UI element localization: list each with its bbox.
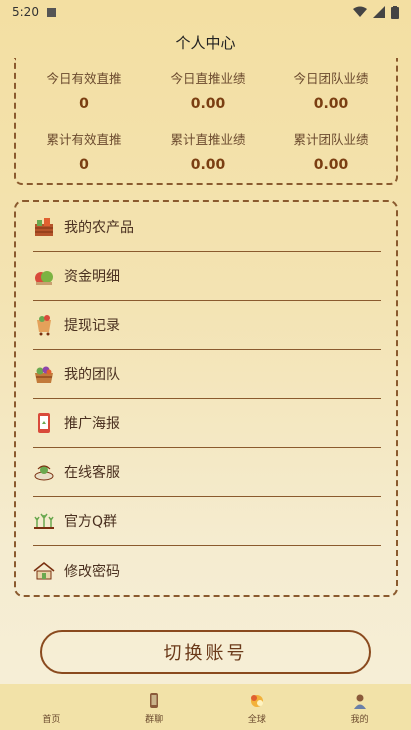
menu-item-change-password[interactable]: 修改密码 <box>33 546 381 595</box>
menu-item-label: 修改密码 <box>64 563 120 580</box>
stat-today-direct-performance: 今日直推业绩 0.00 <box>146 68 270 112</box>
qq-group-icon <box>33 510 55 532</box>
team-icon <box>33 363 55 385</box>
stat-value: 0.00 <box>190 157 226 173</box>
menu-card: 我的农产品 资金明细 提现记录 我的团队 推广海报 在线客服 官方Q群 修改密码 <box>14 200 398 597</box>
switch-account-button[interactable]: 切换账号 <box>40 630 371 674</box>
menu-item-fund-details[interactable]: 资金明细 <box>33 252 381 301</box>
stat-value: 0 <box>79 157 89 173</box>
global-icon <box>250 695 263 707</box>
tab-label: 全球 <box>247 715 266 725</box>
tab-label: 我的 <box>350 715 369 725</box>
menu-item-official-q-group[interactable]: 官方Q群 <box>33 497 381 546</box>
tab-profile[interactable]: 我的 <box>308 684 411 730</box>
stat-total-direct-referrals: 累计有效直推 0 <box>22 129 146 173</box>
tab-global[interactable]: 全球 <box>206 684 309 730</box>
stat-value: 0.00 <box>313 96 349 112</box>
battery-icon <box>391 5 399 19</box>
bottom-tab-bar: 首页 群聊 全球 我的 <box>0 684 411 730</box>
stats-card: 今日有效直推 0 今日直推业绩 0.00 今日团队业绩 0.00 累计有效直推 … <box>14 58 398 185</box>
farm-produce-icon <box>33 216 55 238</box>
stat-today-team-performance: 今日团队业绩 0.00 <box>269 68 393 112</box>
tab-label: 群聊 <box>145 715 164 725</box>
stat-today-direct-referrals: 今日有效直推 0 <box>22 68 146 112</box>
funds-icon <box>33 265 55 287</box>
menu-item-online-support[interactable]: 在线客服 <box>33 448 381 497</box>
stat-label: 今日有效直推 <box>46 71 122 86</box>
profile-icon <box>353 694 366 709</box>
notification-icon <box>46 7 56 17</box>
password-icon <box>33 560 55 582</box>
status-icons <box>353 5 399 19</box>
stat-total-team-performance: 累计团队业绩 0.00 <box>269 129 393 173</box>
tab-home[interactable]: 首页 <box>0 684 103 730</box>
poster-icon <box>33 412 55 434</box>
menu-item-label: 推广海报 <box>64 416 120 432</box>
stat-label: 累计直推业绩 <box>170 132 246 147</box>
menu-item-label: 我的团队 <box>64 367 120 383</box>
status-time: 5:20 <box>12 5 39 19</box>
customer-service-icon <box>33 461 55 483</box>
menu-item-promo-poster[interactable]: 推广海报 <box>33 399 381 448</box>
tab-label: 首页 <box>42 715 61 725</box>
tab-chat[interactable]: 群聊 <box>103 684 206 730</box>
menu-item-withdraw-records[interactable]: 提现记录 <box>33 301 381 350</box>
wifi-icon <box>353 6 367 17</box>
stat-label: 今日直推业绩 <box>170 71 246 86</box>
stat-value: 0 <box>79 96 89 112</box>
menu-item-label: 资金明细 <box>64 269 120 285</box>
stat-total-direct-performance: 累计直推业绩 0.00 <box>146 129 270 173</box>
stat-label: 今日团队业绩 <box>293 71 369 86</box>
menu-item-my-produce[interactable]: 我的农产品 <box>33 203 381 252</box>
stat-label: 累计团队业绩 <box>293 132 369 147</box>
stat-label: 累计有效直推 <box>46 132 122 147</box>
page-title: 个人中心 <box>0 24 411 60</box>
home-icon <box>42 692 60 710</box>
menu-item-my-team[interactable]: 我的团队 <box>33 350 381 399</box>
withdraw-icon <box>33 314 55 336</box>
stat-value: 0.00 <box>190 96 226 112</box>
menu-item-label: 提现记录 <box>64 318 120 334</box>
menu-item-label: 我的农产品 <box>64 220 134 236</box>
status-bar: 5:20 <box>0 0 411 24</box>
signal-icon <box>373 6 385 18</box>
stat-value: 0.00 <box>313 157 349 173</box>
menu-item-label: 在线客服 <box>64 465 120 481</box>
chat-icon <box>150 693 159 708</box>
menu-item-label: 官方Q群 <box>64 514 118 530</box>
page-title-text: 个人中心 <box>175 33 236 52</box>
